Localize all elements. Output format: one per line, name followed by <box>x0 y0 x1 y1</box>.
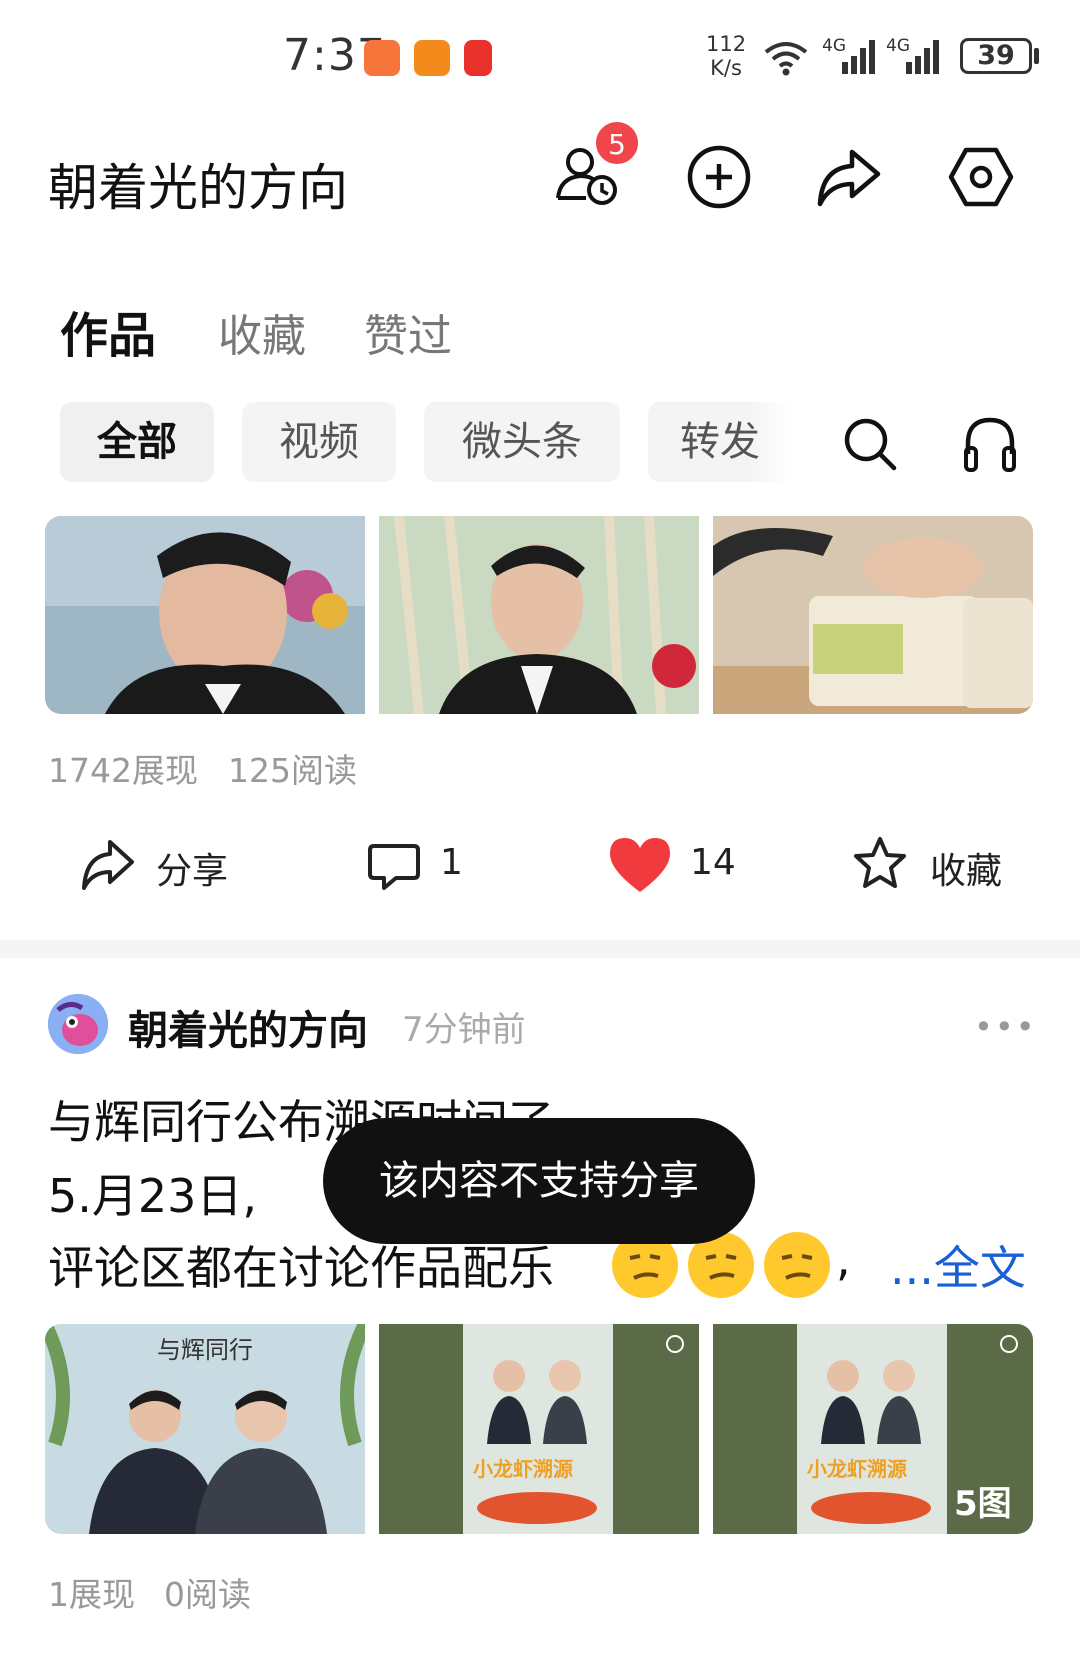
comment-icon[interactable] <box>366 842 422 892</box>
red-packet-notification-icon <box>464 40 492 76</box>
post2-image-2[interactable]: 小龙虾溯源 <box>379 1324 699 1534</box>
svg-text:小龙虾溯源: 小龙虾溯源 <box>473 1457 573 1481</box>
app-notification-icon <box>364 40 400 76</box>
post-text-comma: , <box>836 1232 851 1286</box>
post1-read-count: 125阅读 <box>228 751 357 790</box>
more-options-button[interactable]: ••• <box>974 1008 1037 1046</box>
favorite-label[interactable]: 收藏 <box>930 842 1002 894</box>
share-icon[interactable] <box>816 146 882 208</box>
tab-liked[interactable]: 赞过 <box>364 300 452 364</box>
post-text-line-2: 5.月23日, <box>48 1169 258 1223</box>
favorite-star-icon[interactable] <box>852 836 908 890</box>
post1-view-count: 1742展现 <box>48 751 198 790</box>
filter-repost[interactable]: 转发 <box>648 402 792 482</box>
post2-read-count: 0阅读 <box>164 1575 251 1614</box>
avatar[interactable] <box>48 994 108 1054</box>
post-author[interactable]: 朝着光的方向 <box>128 998 368 1056</box>
share-action-icon[interactable] <box>80 838 136 890</box>
tab-works[interactable]: 作品 <box>60 296 156 366</box>
post1-image-3[interactable] <box>713 516 1033 714</box>
like-heart-icon[interactable] <box>608 836 672 894</box>
post2-image-1[interactable]: 与辉同行 <box>45 1324 365 1534</box>
toast-message: 该内容不支持分享 <box>323 1118 755 1244</box>
battery-cap <box>1034 48 1039 64</box>
tab-favorites[interactable]: 收藏 <box>218 300 306 364</box>
settings-icon[interactable] <box>948 144 1014 210</box>
svg-text:小龙虾溯源: 小龙虾溯源 <box>807 1457 907 1481</box>
post-time: 7分钟前 <box>402 1010 526 1050</box>
image-count-badge: 5图 <box>954 1484 1012 1524</box>
search-icon[interactable] <box>842 416 898 472</box>
post1-image-1[interactable] <box>45 516 365 714</box>
network-speed: 112 K/s <box>706 32 747 80</box>
filter-all[interactable]: 全部 <box>60 402 214 482</box>
read-more-link[interactable]: ...全文 <box>890 1232 1026 1298</box>
wifi-icon <box>764 42 808 76</box>
section-divider <box>0 940 1080 958</box>
share-action-label[interactable]: 分享 <box>156 842 228 894</box>
signal-2-icon <box>906 40 939 74</box>
video-app-notification-icon <box>414 40 450 76</box>
notification-badge: 5 <box>594 120 640 166</box>
filter-micro-post[interactable]: 微头条 <box>424 402 620 482</box>
smirk-emoji-icon <box>764 1232 830 1298</box>
page-title: 朝着光的方向 <box>48 159 348 217</box>
post1-image-2[interactable] <box>379 516 699 714</box>
comment-count[interactable]: 1 <box>440 842 463 883</box>
add-icon[interactable] <box>686 144 752 210</box>
svg-text:与辉同行: 与辉同行 <box>157 1336 253 1364</box>
filter-video[interactable]: 视频 <box>242 402 396 482</box>
battery-indicator: 39 <box>960 38 1032 74</box>
post2-view-count: 1展现 <box>48 1575 135 1614</box>
signal-1-icon <box>842 40 875 74</box>
headphones-icon[interactable] <box>962 414 1018 474</box>
like-count[interactable]: 14 <box>690 842 736 883</box>
